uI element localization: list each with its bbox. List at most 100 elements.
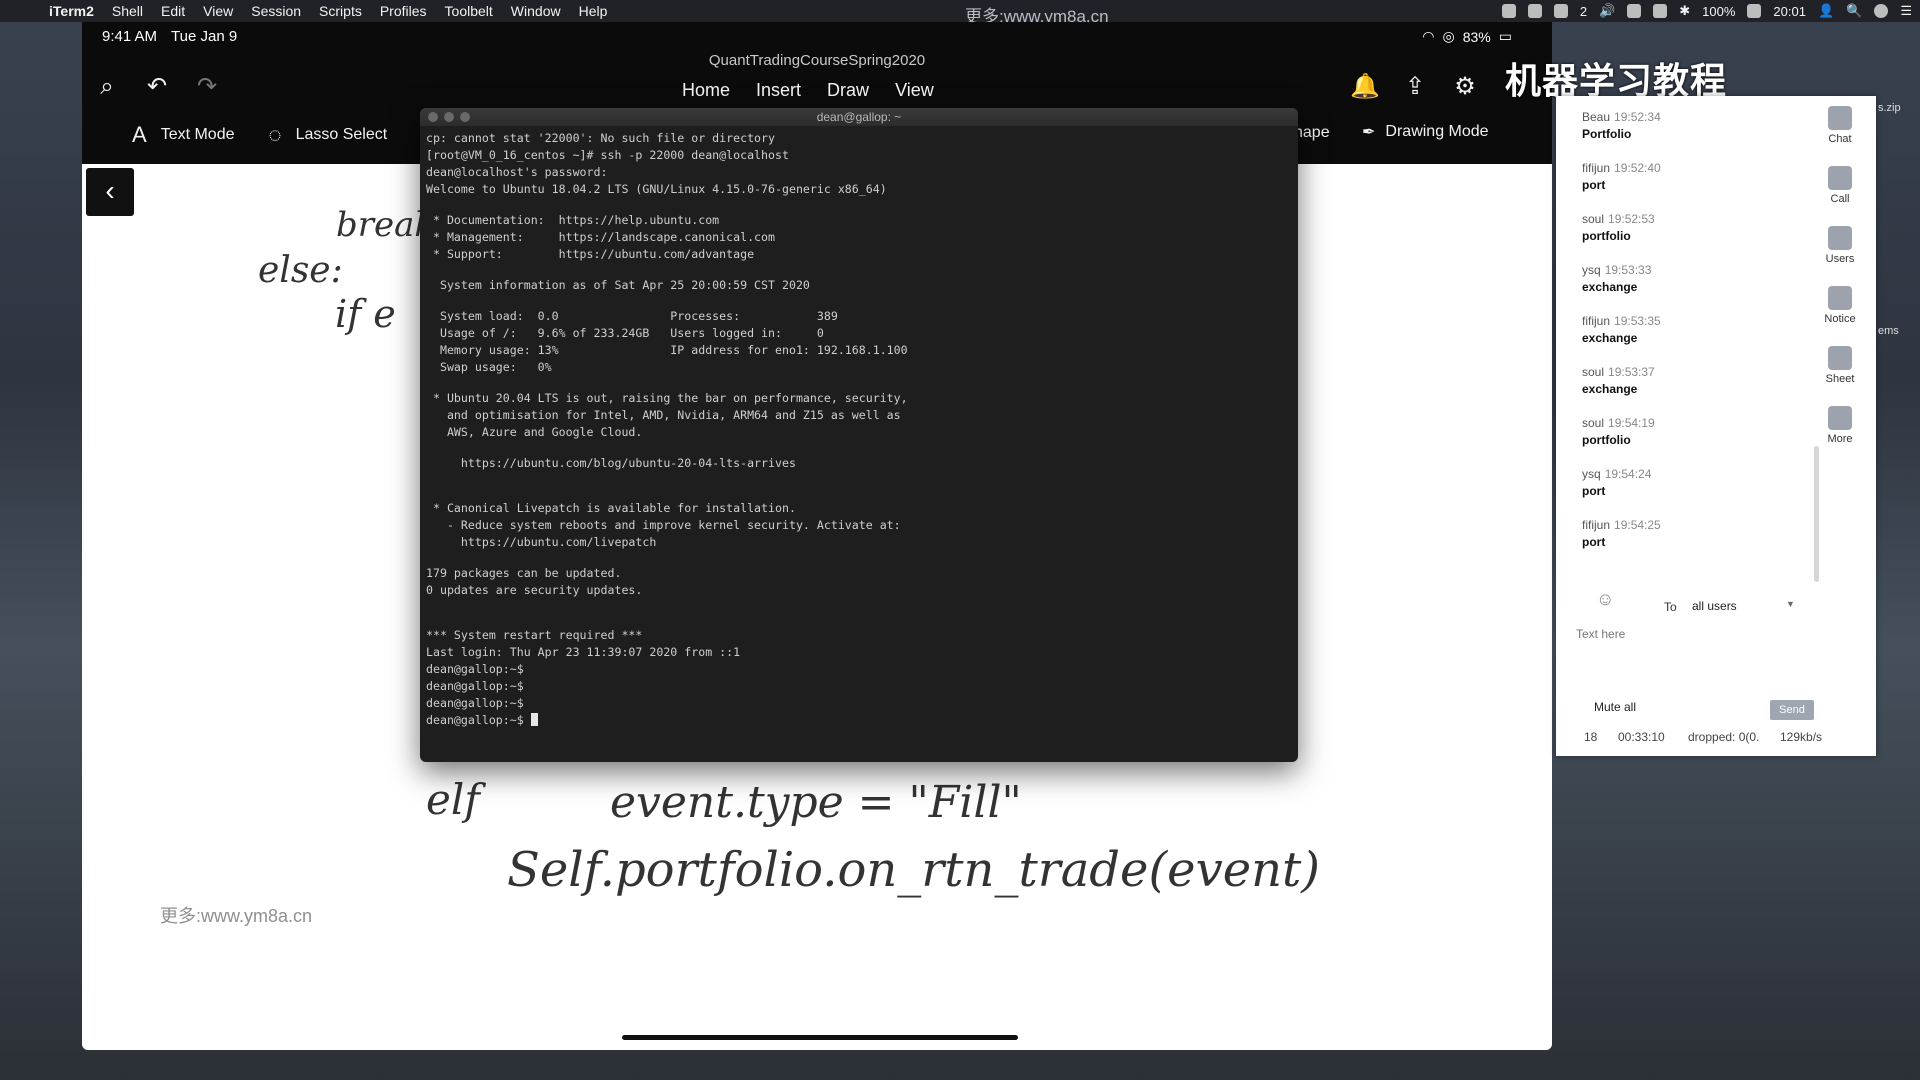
menu-profiles[interactable]: Profiles: [371, 3, 436, 19]
terminal-line: https://ubuntu.com/blog/ubuntu-20-04-lts…: [426, 456, 796, 470]
notification-center-icon[interactable]: ☰: [1900, 3, 1912, 19]
chat-time: 19:52:53: [1608, 212, 1655, 226]
terminal-line: and optimisation for Intel, AMD, Nvidia,…: [426, 408, 901, 422]
menubar-clock[interactable]: 20:01: [1773, 4, 1806, 19]
notice-icon: [1828, 286, 1852, 310]
terminal-line: *** System restart required ***: [426, 628, 643, 642]
chat-sender: soul: [1582, 416, 1605, 430]
chat-sender: Beau: [1582, 110, 1611, 124]
message-input[interactable]: Text here: [1576, 627, 1806, 687]
chevron-down-icon[interactable]: ▼: [1786, 599, 1795, 609]
chat-sender: ysq: [1582, 467, 1601, 481]
chat-time: 19:54:19: [1608, 416, 1655, 430]
side-button-more[interactable]: More: [1818, 406, 1862, 445]
tab-view[interactable]: View: [895, 80, 934, 101]
side-button-chat[interactable]: Chat: [1818, 106, 1862, 145]
terminal-line: - Reduce system reboots and improve kern…: [426, 518, 901, 532]
lasso-select-label[interactable]: Lasso Select: [296, 126, 388, 144]
volume-icon[interactable]: 🔊: [1599, 3, 1615, 19]
menu-scripts[interactable]: Scripts: [310, 3, 371, 19]
search-icon[interactable]: ⌕: [92, 72, 122, 102]
bluetooth-icon[interactable]: ✱: [1679, 3, 1690, 19]
shield-icon[interactable]: [1527, 4, 1542, 18]
chat-text: exchange: [1582, 382, 1638, 396]
mode-bar: A Text Mode ◌ Lasso Select: [132, 122, 387, 148]
undo-icon[interactable]: ↶: [142, 72, 172, 102]
gear-icon[interactable]: ⚙: [1450, 72, 1480, 102]
drawing-mode[interactable]: ✒ Drawing Mode: [1362, 122, 1489, 142]
handwriting-line-6: Self.portfolio.on_rtn_trade(event): [507, 842, 1321, 898]
chat-text: portfolio: [1582, 229, 1631, 243]
zoom-button[interactable]: [460, 112, 470, 122]
share-icon[interactable]: ⇪: [1400, 72, 1430, 102]
desktop-item-label[interactable]: ems: [1878, 325, 1899, 337]
tab-home[interactable]: Home: [682, 80, 730, 101]
pen-icon: ✒: [1362, 124, 1376, 141]
status-icon-1[interactable]: [1501, 4, 1516, 18]
terminal-title: dean@gallop: ~: [816, 110, 902, 124]
chat-sender: fifijun: [1582, 518, 1611, 532]
menubar-status-area: 2 🔊 ✱ 100% 20:01 👤 🔍 ☰: [1501, 0, 1912, 22]
menu-session[interactable]: Session: [242, 3, 310, 19]
wechat-icon[interactable]: [1553, 4, 1568, 18]
minimize-button[interactable]: [444, 112, 454, 122]
desktop-file-label[interactable]: s.zip: [1878, 102, 1901, 114]
chat-scrollbar[interactable]: [1814, 446, 1819, 582]
lock-rotation-icon: ◎: [1442, 28, 1455, 44]
side-button-notice[interactable]: Notice: [1818, 286, 1862, 325]
terminal-line: 179 packages can be updated.: [426, 566, 622, 580]
menu-shell[interactable]: Shell: [103, 3, 152, 19]
chat-time: 19:54:24: [1604, 467, 1652, 481]
stat-rate: 129kb/s: [1780, 730, 1823, 744]
ipad-status-right: ◠ ◎ 83% ▭: [1422, 28, 1512, 45]
stat-count: 18: [1584, 730, 1598, 744]
terminal-line: * Ubuntu 20.04 LTS is out, raising the b…: [426, 391, 908, 405]
home-indicator[interactable]: [622, 1035, 1018, 1040]
menu-edit[interactable]: Edit: [152, 3, 194, 19]
close-button[interactable]: [428, 112, 438, 122]
tab-insert[interactable]: Insert: [756, 80, 801, 101]
user-icon[interactable]: 👤: [1818, 3, 1834, 19]
chat-sender: ysq: [1582, 263, 1601, 277]
spotlight-icon[interactable]: 🔍: [1846, 3, 1862, 19]
siri-icon[interactable]: [1874, 4, 1889, 18]
back-button[interactable]: ‹: [86, 168, 134, 216]
recipient-select[interactable]: all users: [1692, 599, 1788, 613]
send-button[interactable]: Send: [1770, 700, 1814, 720]
mute-all-label[interactable]: Mute all: [1594, 700, 1636, 714]
terminal-line: Memory usage: 13% IP address for eno1: 1…: [426, 343, 908, 357]
battery-icon[interactable]: [1747, 4, 1762, 18]
menu-toolbelt[interactable]: Toolbelt: [436, 3, 502, 19]
menu-help[interactable]: Help: [570, 3, 617, 19]
display-icon[interactable]: [1627, 4, 1642, 18]
ipad-statusbar: 9:41 AM Tue Jan 9: [102, 28, 237, 45]
lasso-icon[interactable]: ◌: [269, 122, 282, 148]
text-mode-label[interactable]: Text Mode: [161, 126, 235, 144]
side-button-sheet[interactable]: Sheet: [1818, 346, 1862, 385]
emoji-icon[interactable]: ☺: [1596, 589, 1614, 610]
terminal-line: System information as of Sat Apr 25 20:0…: [426, 278, 810, 292]
terminal-line: System load: 0.0 Processes: 389: [426, 309, 838, 323]
chat-sender: soul: [1582, 212, 1605, 226]
terminal-output[interactable]: cp: cannot stat '22000': No such file or…: [420, 126, 1298, 733]
terminal-titlebar[interactable]: dean@gallop: ~: [420, 108, 1298, 126]
terminal-line: Welcome to Ubuntu 18.04.2 LTS (GNU/Linux…: [426, 182, 887, 196]
side-button-call[interactable]: Call: [1818, 166, 1862, 205]
terminal-window[interactable]: dean@gallop: ~ cp: cannot stat '22000': …: [420, 108, 1298, 762]
chat-message: soul 19:52:53 portfolio: [1582, 212, 1655, 243]
redo-icon[interactable]: ↷: [192, 72, 222, 102]
tab-draw[interactable]: Draw: [827, 80, 869, 101]
terminal-line: dean@gallop:~$: [426, 662, 524, 676]
chat-text: port: [1582, 535, 1606, 549]
side-button-users[interactable]: Users: [1818, 226, 1862, 265]
menu-window[interactable]: Window: [502, 3, 570, 19]
terminal-line: 0 updates are security updates.: [426, 583, 643, 597]
bell-icon[interactable]: 🔔: [1350, 72, 1380, 102]
text-mode-icon[interactable]: A: [132, 122, 147, 148]
shape-mode-label[interactable]: hape: [1294, 124, 1330, 142]
menu-app-iterm2[interactable]: iTerm2: [40, 3, 103, 19]
input-source-icon[interactable]: [1653, 4, 1668, 18]
menu-view[interactable]: View: [194, 3, 242, 19]
